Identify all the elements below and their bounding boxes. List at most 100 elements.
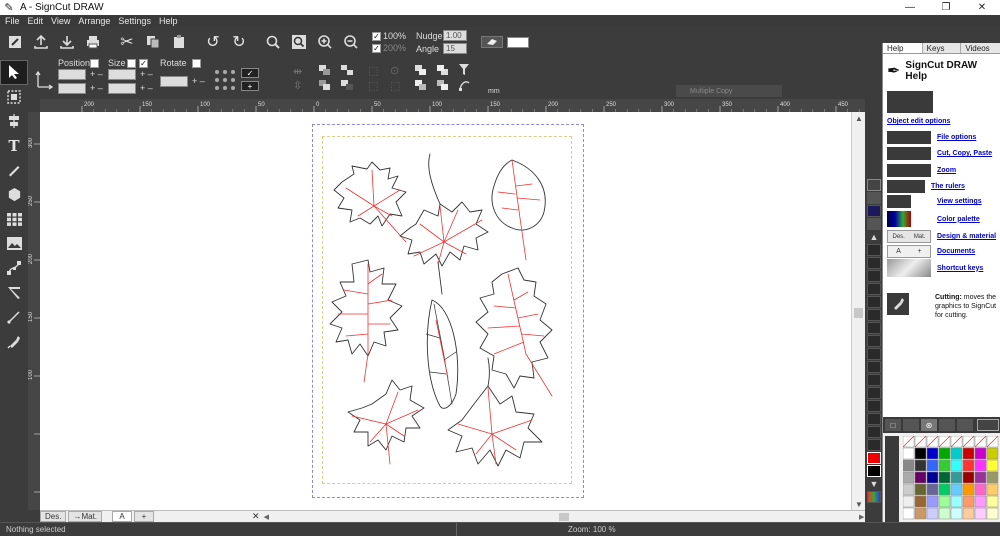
color-swatch[interactable] <box>986 471 999 484</box>
outline-color-black-swatch[interactable] <box>867 465 881 477</box>
line-style-icon[interactable] <box>867 218 881 230</box>
color-swatch[interactable] <box>986 447 999 460</box>
menu-arrange[interactable]: Arrange <box>78 16 110 26</box>
color-swatch[interactable] <box>986 483 999 496</box>
view-dots-icon[interactable] <box>867 192 881 204</box>
menu-edit[interactable]: Edit <box>28 16 44 26</box>
leaf-artwork[interactable] <box>312 124 584 498</box>
bring-front-icon[interactable] <box>414 64 428 76</box>
color-swatch[interactable] <box>914 495 927 508</box>
apply-plus-button[interactable]: + <box>241 81 259 91</box>
position-x-input[interactable] <box>58 69 86 80</box>
color-swatch[interactable] <box>950 483 963 496</box>
color-swatch[interactable] <box>903 507 915 520</box>
image-tool-icon[interactable] <box>0 232 28 257</box>
hscroll-left-arrow-icon[interactable]: ◀ <box>264 513 269 521</box>
color-swatch-grid[interactable] <box>903 436 999 520</box>
bezier-tool-icon[interactable] <box>0 256 28 281</box>
combine-icon[interactable] <box>318 79 332 91</box>
color-swatch[interactable] <box>962 483 975 496</box>
print-icon[interactable] <box>80 29 106 55</box>
rotate-checkbox[interactable] <box>192 59 201 68</box>
drawing-canvas[interactable] <box>40 112 865 510</box>
tab-keys[interactable]: Keys <box>923 43 962 53</box>
position-checkbox[interactable] <box>90 59 99 68</box>
zoom-in-icon[interactable] <box>312 29 338 55</box>
color-swatch[interactable] <box>938 447 951 460</box>
color-swatch[interactable] <box>926 507 939 520</box>
color-swatch[interactable] <box>938 483 951 496</box>
center-icon[interactable]: ⊙ <box>390 64 399 77</box>
redo-icon[interactable]: ↻ <box>226 29 252 55</box>
zoom-200-checkbox[interactable]: ✓ <box>372 43 381 53</box>
color-swatch[interactable] <box>938 495 951 508</box>
view-full-icon[interactable] <box>867 179 881 191</box>
palette-slot-13[interactable] <box>867 400 881 412</box>
color-swatch[interactable] <box>926 495 939 508</box>
line-tool-icon[interactable] <box>0 305 28 330</box>
break-apart-icon[interactable] <box>340 79 354 91</box>
shortcut-keys-link[interactable]: Shortcut keys <box>937 265 983 272</box>
trim-icon[interactable] <box>436 79 450 91</box>
color-swatch[interactable] <box>914 459 927 472</box>
align-tool-icon[interactable] <box>0 109 28 134</box>
color-swatch[interactable] <box>962 471 975 484</box>
upload-icon[interactable] <box>28 29 54 55</box>
undo-icon[interactable]: ↺ <box>200 29 226 55</box>
color-swatch[interactable] <box>974 447 987 460</box>
node-edit-icon[interactable] <box>458 79 471 91</box>
menu-file[interactable]: File <box>5 16 20 26</box>
palette-slot-4[interactable] <box>867 283 881 295</box>
color-swatch[interactable] <box>926 459 939 472</box>
palette-slot-3[interactable] <box>867 270 881 282</box>
document-tab-a[interactable]: A <box>112 511 133 522</box>
palette-slot-6[interactable] <box>867 309 881 321</box>
zoom-link[interactable]: Zoom <box>937 167 956 174</box>
fill-color-swatch[interactable] <box>507 36 530 48</box>
nudge-input[interactable]: 1.00 <box>443 30 468 41</box>
color-swatch[interactable] <box>950 495 963 508</box>
palette-no-fill-icon[interactable]: □ <box>885 419 901 431</box>
close-button[interactable]: ✕ <box>964 0 1000 15</box>
palette-menu-icon[interactable] <box>977 419 999 431</box>
menu-help[interactable]: Help <box>159 16 178 26</box>
send-back-icon[interactable] <box>436 64 450 76</box>
copy-icon[interactable] <box>140 29 166 55</box>
position-y-input[interactable] <box>58 83 86 94</box>
zoom-100-checkbox[interactable]: ✓ <box>372 31 381 41</box>
color-swatch[interactable] <box>903 495 915 508</box>
documents-link[interactable]: Documents <box>937 248 975 255</box>
weld-icon[interactable] <box>414 79 428 91</box>
color-swatch[interactable] <box>962 459 975 472</box>
tab-help[interactable]: Help <box>883 43 923 53</box>
hscroll-right-arrow-icon[interactable]: ▶ <box>859 513 864 521</box>
color-swatch[interactable] <box>962 507 975 520</box>
paste-icon[interactable] <box>166 29 192 55</box>
color-swatch[interactable] <box>938 507 951 520</box>
color-swatch[interactable] <box>986 459 999 472</box>
color-swatch[interactable] <box>938 459 951 472</box>
palette-mix-icon[interactable] <box>867 491 881 503</box>
color-swatch[interactable] <box>903 459 915 472</box>
color-swatch[interactable] <box>974 507 987 520</box>
scroll-down-arrow-icon[interactable]: ▼ <box>852 498 866 510</box>
palette-scroll-down-icon[interactable]: ▼ <box>867 478 881 490</box>
palette-slot-8[interactable] <box>867 335 881 347</box>
palette-scroll-up-icon[interactable]: ▲ <box>867 231 881 243</box>
flip-horizontal-icon[interactable]: ⇹ <box>293 65 302 78</box>
object-edit-options-link[interactable]: Object edit options <box>887 118 950 125</box>
color-swatch[interactable] <box>903 483 915 496</box>
palette-slot-12[interactable] <box>867 387 881 399</box>
color-swatch[interactable] <box>903 471 915 484</box>
scroll-up-arrow-icon[interactable]: ▲ <box>852 112 866 124</box>
size-height-input[interactable] <box>108 83 136 94</box>
minimize-button[interactable]: — <box>892 0 928 15</box>
material-tab[interactable]: → Mat. <box>68 511 103 522</box>
palette-grid-icon[interactable] <box>903 419 919 431</box>
group-icon[interactable] <box>318 64 332 76</box>
angle-input[interactable]: 15 <box>443 43 468 54</box>
palette-expand-icon[interactable] <box>939 419 955 431</box>
cut-copy-paste-link[interactable]: Cut, Copy, Paste <box>937 150 992 157</box>
color-swatch[interactable] <box>974 495 987 508</box>
ruler-vertical[interactable]: 300 250 200 150 100 <box>28 112 40 510</box>
